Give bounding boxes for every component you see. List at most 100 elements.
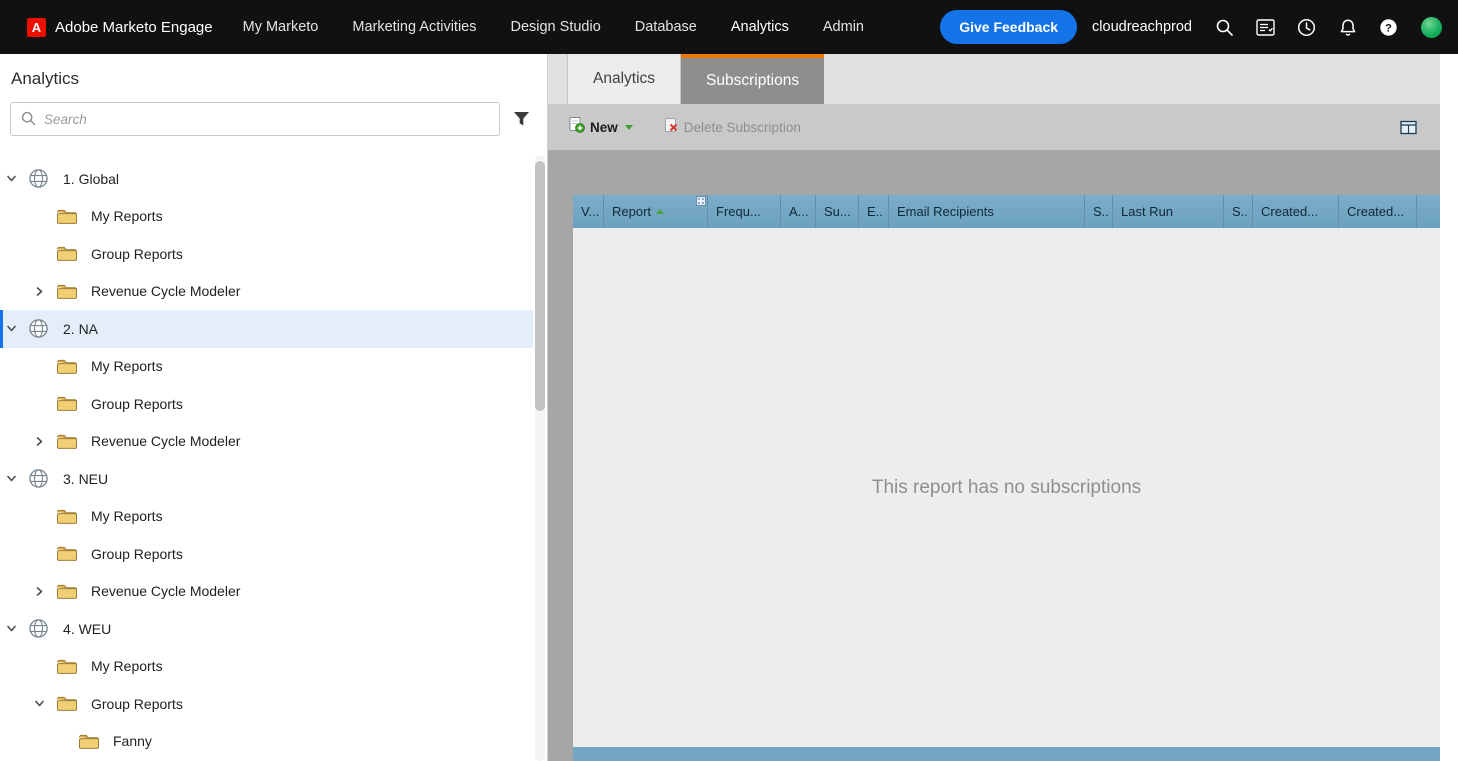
search-icon[interactable] — [1204, 7, 1245, 47]
tree-node-label: My Reports — [91, 208, 163, 225]
tree-node-label: Revenue Cycle Modeler — [91, 283, 241, 300]
nav-item-analytics[interactable]: Analytics — [714, 0, 806, 54]
scrollbar-thumb[interactable] — [535, 161, 545, 411]
chevron-down-icon[interactable] — [6, 473, 28, 484]
column-header-su[interactable]: Su... — [816, 195, 859, 228]
tree-row-my-reports[interactable]: My Reports — [0, 498, 533, 536]
folder-icon — [56, 695, 80, 712]
toolbar: New Delete Subscription — [548, 104, 1440, 150]
chevron-right-icon[interactable] — [34, 436, 56, 447]
topbar: A Adobe Marketo Engage My Marketo Marketi… — [0, 0, 1458, 54]
column-label: S... — [1232, 204, 1248, 219]
column-label: Su... — [824, 204, 851, 219]
folder-icon — [56, 245, 80, 262]
column-header-email-recipients[interactable]: Email Recipients — [889, 195, 1085, 228]
chevron-down-icon[interactable] — [6, 173, 28, 184]
chevron-right-icon[interactable] — [34, 586, 56, 597]
column-header-v[interactable]: V... — [573, 195, 604, 228]
tree-row-2-na[interactable]: 2. NA — [0, 310, 533, 348]
tab-subscriptions[interactable]: Subscriptions — [681, 54, 825, 104]
workspace-icon — [28, 168, 52, 189]
topbar-right: Give Feedback cloudreachprod ? — [940, 7, 1458, 47]
tree-row-group-reports[interactable]: Group Reports — [0, 685, 533, 723]
folder-icon — [78, 733, 102, 750]
column-label: Created... — [1347, 204, 1405, 219]
tree-node-label: My Reports — [91, 358, 163, 375]
columns-icon[interactable] — [1400, 120, 1417, 135]
tab-analytics[interactable]: Analytics — [567, 54, 682, 104]
column-header-e[interactable]: E... — [859, 195, 889, 228]
tree-node-label: Revenue Cycle Modeler — [91, 583, 241, 600]
folder-icon — [56, 545, 80, 562]
tree-row-revenue-cycle-modeler[interactable]: Revenue Cycle Modeler — [0, 273, 533, 311]
tree-row-4-weu[interactable]: 4. WEU — [0, 610, 533, 648]
tree-row-my-reports[interactable]: My Reports — [0, 348, 533, 386]
nav-item-database[interactable]: Database — [618, 0, 714, 54]
column-header-frequ[interactable]: Frequ... — [708, 195, 781, 228]
nav-item-admin[interactable]: Admin — [806, 0, 881, 54]
column-header-a[interactable]: A... — [781, 195, 816, 228]
chevron-down-icon[interactable] — [6, 323, 28, 334]
chevron-down-icon[interactable] — [34, 698, 56, 709]
column-label: Frequ... — [716, 204, 761, 219]
column-menu-icon[interactable] — [696, 196, 706, 206]
tree-node-label: Group Reports — [91, 245, 183, 262]
tree-node-label: Revenue Cycle Modeler — [91, 433, 241, 450]
column-header-report[interactable]: Report — [604, 195, 708, 228]
column-header-s[interactable]: S... — [1085, 195, 1113, 228]
tree-row-revenue-cycle-modeler[interactable]: Revenue Cycle Modeler — [0, 573, 533, 611]
subscriptions-table: V... Report Frequ... A... Su... E... Email Rec… — [573, 195, 1440, 761]
tree-row-revenue-cycle-modeler[interactable]: Revenue Cycle Modeler — [0, 423, 533, 461]
filter-icon[interactable] — [508, 111, 534, 127]
sidebar-scrollbar[interactable] — [535, 155, 545, 761]
column-header-last-run[interactable]: Last Run — [1113, 195, 1224, 228]
bell-icon[interactable] — [1327, 7, 1368, 47]
avatar[interactable] — [1421, 16, 1442, 38]
table-body: This report has no subscriptions — [573, 228, 1440, 747]
tree-row-group-reports[interactable]: Group Reports — [0, 235, 533, 273]
tree-row-group-reports[interactable]: Group Reports — [0, 385, 533, 423]
nav-item-marketing-activities[interactable]: Marketing Activities — [335, 0, 493, 54]
tree-row-fanny[interactable]: Fanny — [0, 723, 533, 761]
new-icon — [568, 116, 585, 138]
adobe-logo-icon[interactable]: A — [27, 17, 46, 37]
nav-item-my-marketo[interactable]: My Marketo — [226, 0, 336, 54]
sidebar-title: Analytics — [11, 69, 80, 88]
empty-message: This report has no subscriptions — [871, 476, 1142, 498]
give-feedback-button[interactable]: Give Feedback — [940, 10, 1078, 44]
column-header-created[interactable]: Created... — [1253, 195, 1339, 228]
column-header-created[interactable]: Created... — [1339, 195, 1417, 228]
sidebar: Analytics 1. Global My Reports Group Repor… — [0, 54, 548, 761]
app-body: Analytics 1. Global My Reports Group Repor… — [0, 54, 1458, 761]
right-gutter — [1440, 54, 1458, 761]
search-box — [10, 102, 500, 136]
chevron-down-icon[interactable] — [6, 623, 28, 634]
tree-node-label: My Reports — [91, 508, 163, 525]
sort-asc-icon — [656, 209, 665, 214]
new-button[interactable]: New — [568, 116, 633, 138]
tab-label: Analytics — [593, 70, 656, 87]
content-panel: V... Report Frequ... A... Su... E... Email Rec… — [548, 150, 1440, 761]
delete-subscription-button[interactable]: Delete Subscription — [663, 117, 801, 137]
nav-item-design-studio[interactable]: Design Studio — [493, 0, 617, 54]
search-input[interactable] — [10, 102, 500, 136]
main-panel: Analytics Subscriptions New Delete Subscr… — [548, 54, 1440, 761]
tab-bar: Analytics Subscriptions — [548, 54, 1440, 104]
tree-row-my-reports[interactable]: My Reports — [0, 648, 533, 686]
folder-icon — [56, 583, 80, 600]
tree-row-3-neu[interactable]: 3. NEU — [0, 460, 533, 498]
clock-icon[interactable] — [1286, 7, 1327, 47]
table-header: V... Report Frequ... A... Su... E... Email Rec… — [573, 195, 1440, 228]
tab-label: Subscriptions — [706, 72, 800, 89]
column-label: Last Run — [1121, 204, 1174, 219]
column-header-s[interactable]: S... — [1224, 195, 1253, 228]
tree-row-group-reports[interactable]: Group Reports — [0, 535, 533, 573]
tree-row-1-global[interactable]: 1. Global — [0, 160, 533, 198]
tree-row-my-reports[interactable]: My Reports — [0, 198, 533, 236]
column-label: Report — [612, 204, 652, 219]
form-icon[interactable] — [1245, 7, 1286, 47]
brand: A Adobe Marketo Engage — [0, 17, 226, 37]
chevron-right-icon[interactable] — [34, 286, 56, 297]
tree-node-label: 4. WEU — [63, 620, 112, 637]
help-icon[interactable]: ? — [1368, 7, 1409, 47]
